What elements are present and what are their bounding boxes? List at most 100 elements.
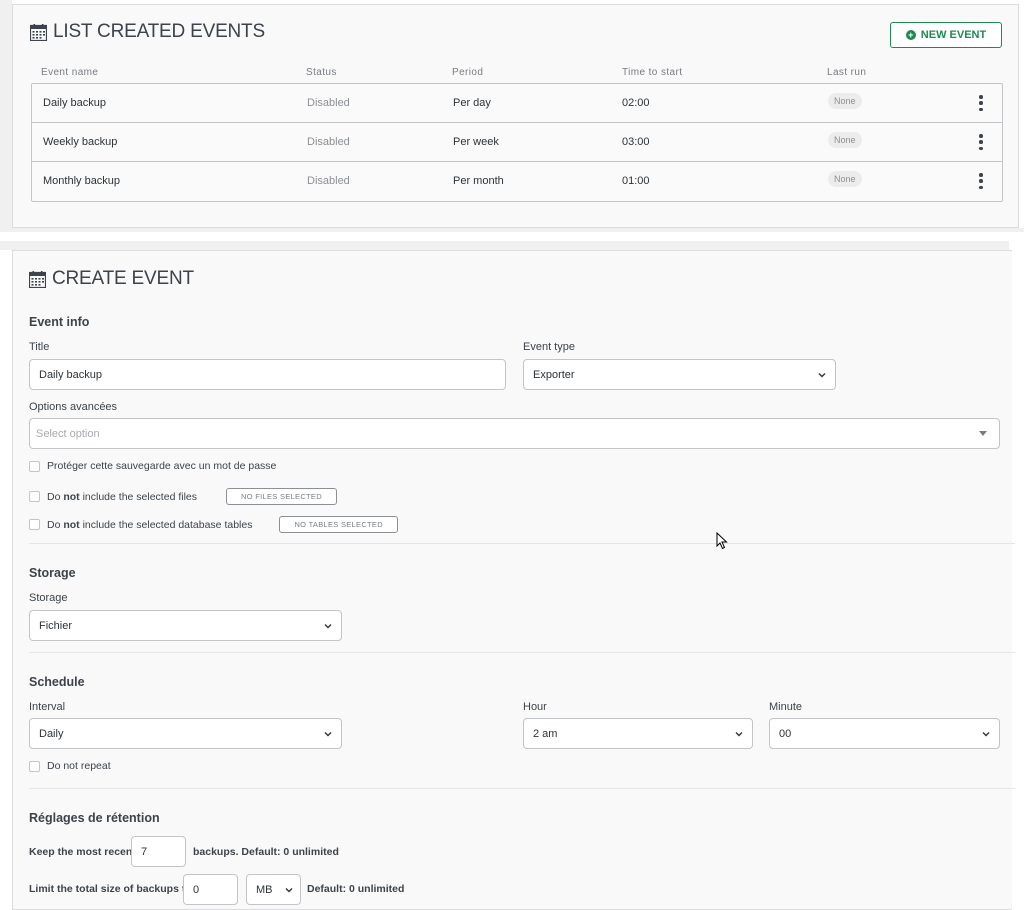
event-period: Per week xyxy=(453,136,499,148)
advanced-options-select[interactable]: Select option xyxy=(29,418,1000,449)
interval-value: Daily xyxy=(39,727,64,740)
no-repeat-checkbox[interactable] xyxy=(29,760,40,772)
gutter-strip xyxy=(0,228,1024,232)
minute-value: 00 xyxy=(779,727,792,740)
exclude-tables-checkbox[interactable] xyxy=(29,519,40,530)
last-run-badge: None xyxy=(828,93,862,109)
event-time: 02:00 xyxy=(622,97,650,109)
no-repeat-label: Do not repeat xyxy=(47,760,111,772)
events-table-body: Daily backup Disabled Per day 02:00 None… xyxy=(31,83,1003,202)
event-name: Weekly backup xyxy=(43,136,118,148)
table-row[interactable]: Monthly backup Disabled Per month 01:00 … xyxy=(32,162,1002,201)
limit-size-value: 0 xyxy=(193,883,200,896)
title-input[interactable]: Daily backup xyxy=(29,359,506,390)
storage-select[interactable]: Fichier xyxy=(29,610,342,641)
table-row[interactable]: Weekly backup Disabled Per week 03:00 No… xyxy=(32,123,1002,162)
left-gutter xyxy=(0,0,12,232)
storage-label: Storage xyxy=(29,592,68,604)
interval-select[interactable]: Daily xyxy=(29,718,342,749)
row-menu-icon[interactable] xyxy=(979,134,983,150)
limit-size-suffix: Default: 0 unlimited xyxy=(307,883,405,895)
events-table-header: Event name Status Period Time to start L… xyxy=(41,67,1001,81)
storage-heading: Storage xyxy=(29,566,76,580)
keep-recent-input[interactable]: 7 xyxy=(131,836,186,867)
events-list-panel: LIST CREATED EVENTS + NEW EVENT Event na… xyxy=(12,4,1019,228)
mouse-cursor-icon xyxy=(716,532,728,550)
hour-select[interactable]: 2 am xyxy=(523,718,753,749)
protect-password-label: Protéger cette sauvegarde avec un mot de… xyxy=(47,460,277,472)
event-period: Per day xyxy=(453,97,491,109)
event-type-label: Event type xyxy=(523,341,575,353)
select-files-button[interactable]: NO FILES SELECTED xyxy=(226,488,337,505)
col-period: Period xyxy=(452,67,484,78)
col-status: Status xyxy=(306,67,337,78)
advanced-options-placeholder: Select option xyxy=(36,427,100,440)
create-event-panel: CREATE EVENT Event info Title Daily back… xyxy=(12,250,1015,910)
last-run-badge: None xyxy=(828,132,862,148)
event-type-value: Exporter xyxy=(533,368,575,381)
section-divider xyxy=(29,543,1015,544)
interval-label: Interval xyxy=(29,701,66,713)
minute-select[interactable]: 00 xyxy=(769,718,1000,749)
create-event-title: CREATE EVENT xyxy=(29,268,194,290)
select-tables-button[interactable]: NO TABLES SELECTED xyxy=(279,516,398,533)
retention-heading: Réglages de rétention xyxy=(29,811,160,825)
keep-recent-suffix: backups. Default: 0 unlimited xyxy=(193,846,339,858)
caret-down-icon xyxy=(979,431,987,436)
event-status: Disabled xyxy=(307,136,350,148)
limit-size-label: Limit the total size of backups to xyxy=(29,883,192,895)
plus-circle-icon: + xyxy=(905,30,916,40)
section-divider xyxy=(29,652,1015,653)
chevron-down-icon xyxy=(285,888,293,893)
event-status: Disabled xyxy=(307,97,350,109)
event-type-select[interactable]: Exporter xyxy=(523,359,836,390)
event-period: Per month xyxy=(453,175,504,187)
event-time: 03:00 xyxy=(622,136,650,148)
chevron-down-icon xyxy=(324,624,332,629)
event-name: Monthly backup xyxy=(43,175,121,187)
col-event-name: Event name xyxy=(41,67,99,78)
gutter-strip-2 xyxy=(0,241,1009,250)
col-last-run: Last run xyxy=(827,67,867,78)
protect-password-option[interactable]: Protéger cette sauvegarde avec un mot de… xyxy=(29,460,276,472)
keep-recent-value: 7 xyxy=(141,845,148,858)
schedule-heading: Schedule xyxy=(29,675,85,689)
hour-value: 2 am xyxy=(533,727,558,740)
chevron-down-icon xyxy=(818,373,826,378)
exclude-tables-option[interactable]: Do not include the selected database tab… xyxy=(29,516,398,533)
protect-password-checkbox[interactable] xyxy=(29,460,40,472)
calendar-icon xyxy=(30,23,47,41)
limit-size-input[interactable]: 0 xyxy=(183,874,238,905)
minute-label: Minute xyxy=(769,701,803,713)
calendar-icon xyxy=(29,270,46,288)
size-unit-value: MB xyxy=(256,883,273,896)
storage-value: Fichier xyxy=(39,619,73,632)
new-event-button[interactable]: + NEW EVENT xyxy=(890,22,1002,48)
chevron-down-icon xyxy=(982,732,990,737)
last-run-badge: None xyxy=(828,171,862,187)
chevron-down-icon xyxy=(324,732,332,737)
exclude-files-checkbox[interactable] xyxy=(29,491,40,502)
create-event-title-text: CREATE EVENT xyxy=(52,268,194,289)
advanced-options-label: Options avancées xyxy=(29,401,118,413)
events-list-title-text: LIST CREATED EVENTS xyxy=(53,21,265,42)
new-event-label: NEW EVENT xyxy=(920,29,987,41)
table-row[interactable]: Daily backup Disabled Per day 02:00 None xyxy=(32,84,1002,123)
hour-label: Hour xyxy=(523,701,547,713)
exclude-files-option[interactable]: Do not include the selected files NO FIL… xyxy=(29,488,337,505)
keep-recent-label: Keep the most recent xyxy=(29,846,136,858)
exclude-files-label: Do not include the selected files xyxy=(47,490,197,503)
row-menu-icon[interactable] xyxy=(979,173,983,189)
event-status: Disabled xyxy=(307,175,350,187)
col-time-to-start: Time to start xyxy=(622,67,683,78)
title-input-value: Daily backup xyxy=(39,368,102,381)
event-time: 01:00 xyxy=(622,175,650,187)
events-list-title: LIST CREATED EVENTS xyxy=(30,21,265,43)
title-label: Title xyxy=(29,341,50,353)
exclude-tables-label: Do not include the selected database tab… xyxy=(47,518,253,531)
no-repeat-option[interactable]: Do not repeat xyxy=(29,760,111,772)
chevron-down-icon xyxy=(735,732,743,737)
size-unit-select[interactable]: MB xyxy=(246,874,301,905)
event-info-heading: Event info xyxy=(29,315,90,329)
row-menu-icon[interactable] xyxy=(979,95,983,111)
